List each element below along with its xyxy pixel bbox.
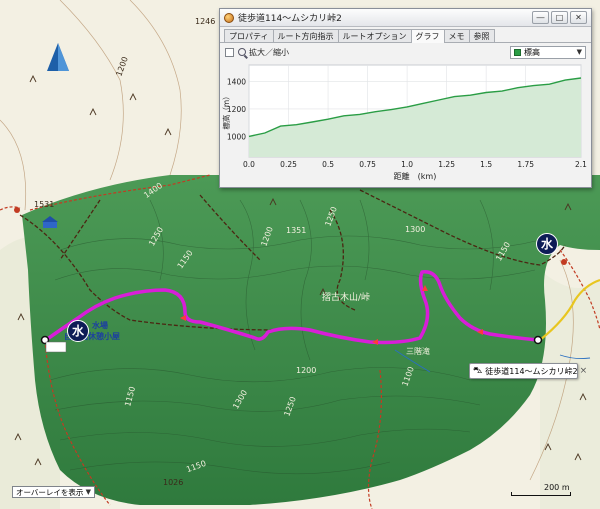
close-icon[interactable]: ×	[580, 366, 588, 376]
magnifier-icon	[238, 48, 246, 56]
graph-window[interactable]: 徒歩道114〜ムシカリ峠2 ― □ ✕ プロパティ ルート方向指示 ルートオプシ…	[219, 8, 592, 188]
tab-bar: プロパティ ルート方向指示 ルートオプション グラフ メモ 参照	[220, 29, 591, 43]
maximize-button[interactable]: □	[551, 11, 568, 24]
waypoint-callout[interactable]: ⛍ 徒歩道114〜ムシカリ峠2 ×	[469, 363, 587, 379]
window-title: 徒歩道114〜ムシカリ峠2	[238, 14, 342, 24]
scale-bar: 200 m	[511, 483, 571, 497]
chevron-down-icon: ▼	[85, 488, 91, 496]
series-select-label: 標高	[524, 47, 540, 57]
elev-label: 1351	[286, 226, 307, 235]
pass-label: 摺古木山/峠	[322, 293, 371, 303]
x-tick-label: 0.75	[359, 160, 376, 169]
contour-label: 1200	[296, 366, 317, 375]
series-select[interactable]: 標高 ▼	[510, 45, 586, 59]
tab-route-options[interactable]: ルートオプション	[337, 29, 412, 42]
elev-label: 1531	[34, 200, 55, 209]
series-swatch	[514, 48, 521, 56]
tab-graph[interactable]: グラフ	[410, 29, 445, 43]
tab-references[interactable]: 参照	[468, 29, 495, 42]
minimize-button[interactable]: ―	[532, 11, 549, 24]
water-icon[interactable]: 水	[536, 233, 558, 255]
graph-toolbar: 拡大／縮小 標高 ▼	[220, 44, 591, 60]
y-tick-label: 1400	[227, 77, 246, 86]
contour-label: 1300	[405, 225, 426, 234]
overlay-select-label: オーバーレイを表示	[16, 487, 84, 497]
x-tick-label: 2.1	[575, 160, 587, 169]
close-button[interactable]: ✕	[570, 11, 587, 24]
spring-label: 水場	[92, 321, 108, 330]
overlay-select[interactable]: オーバーレイを表示 ▼	[12, 486, 95, 498]
hiker-icon: ⛍	[473, 365, 483, 376]
north-arrow-icon	[47, 43, 69, 71]
scale-bar-line	[511, 492, 571, 496]
zoom-checkbox[interactable]	[225, 47, 234, 57]
tab-memo[interactable]: メモ	[443, 29, 470, 42]
elev-label: 1026	[163, 478, 184, 487]
y-axis-label: 標高（m）	[221, 92, 231, 129]
app-icon	[224, 12, 234, 23]
window-titlebar[interactable]: 徒歩道114〜ムシカリ峠2 ― □ ✕	[220, 9, 591, 27]
stream-label: 三階滝	[406, 347, 430, 356]
zoom-label: 拡大／縮小	[249, 47, 289, 57]
chevron-down-icon: ▼	[576, 48, 582, 56]
x-tick-label: 1.5	[480, 160, 492, 169]
callout-label: 徒歩道114〜ムシカリ峠2	[485, 366, 578, 376]
x-axis-label: 距離 (km)	[394, 171, 437, 181]
y-tick-label: 1000	[227, 132, 246, 141]
elev-label: 1246	[195, 17, 216, 26]
x-tick-label: 0.0	[243, 160, 255, 169]
x-tick-label: 0.25	[280, 160, 297, 169]
scale-label: 200 m	[544, 483, 570, 492]
x-tick-label: 1.25	[438, 160, 455, 169]
tab-directions[interactable]: ルート方向指示	[272, 29, 339, 42]
x-tick-label: 1.75	[517, 160, 534, 169]
elevation-chart[interactable]: 0.0 0.25 0.5 0.75 1.0 1.25 1.5 1.75 2.1100012001…	[220, 59, 591, 187]
water-icon[interactable]: 水	[67, 320, 89, 342]
x-tick-label: 0.5	[322, 160, 334, 169]
x-tick-label: 1.0	[401, 160, 413, 169]
tab-properties[interactable]: プロパティ	[224, 29, 274, 42]
